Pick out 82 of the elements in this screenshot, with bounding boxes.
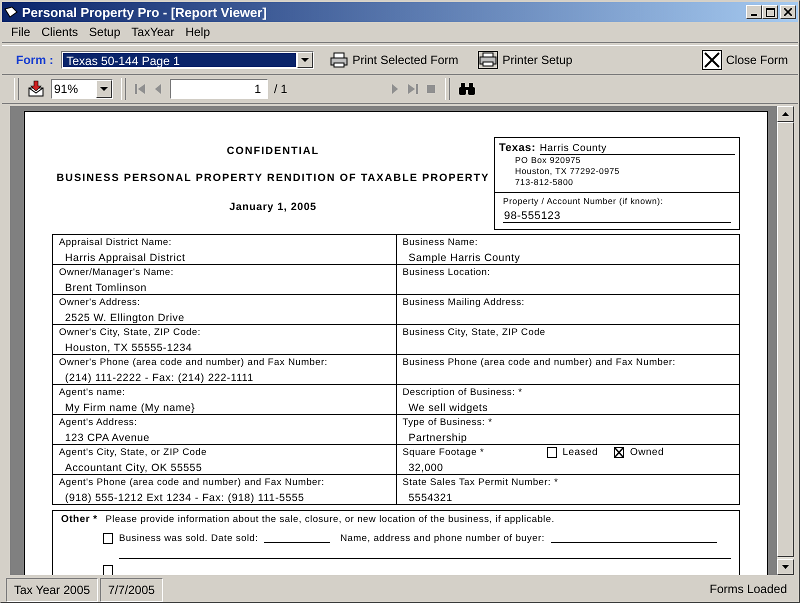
form-label: Form : [16, 53, 54, 67]
field-label: Owner's Address: [59, 297, 142, 308]
county-name: Harris County [540, 143, 735, 155]
menu-item[interactable]: TaxYear [126, 25, 180, 39]
field-label: State Sales Tax Permit Number: * [402, 477, 560, 488]
dropdown-arrow-icon[interactable] [100, 87, 108, 91]
close-button[interactable] [780, 5, 796, 19]
fill-in-line [264, 541, 330, 543]
field-label: Agent's Address: [59, 417, 138, 428]
field-value: Harris Appraisal District [64, 252, 186, 264]
account-number-label: Property / Account Number (if known): [503, 196, 664, 206]
form-title: BUSINESS PERSONAL PROPERTY RENDITION OF TAXABLE PROPERTY [56, 172, 490, 184]
app-icon [4, 6, 18, 18]
state-name: Texas: [499, 142, 536, 154]
field-label: Business Mailing Address: [402, 297, 526, 308]
zoom-dropdown[interactable]: 91% [51, 79, 113, 99]
field-value: 32,000 [408, 462, 444, 474]
field-label: Appraisal District Name: [59, 237, 173, 248]
menu-item[interactable]: File [6, 25, 36, 39]
district-address-line: Houston, TX 77292-0975 [515, 166, 621, 177]
field-value: 2525 W. Ellington Drive [64, 312, 184, 324]
field-value: 123 CPA Avenue [64, 432, 150, 444]
field-value: We sell widgets [408, 402, 488, 414]
dropdown-arrow-icon[interactable] [301, 58, 310, 62]
close-icon[interactable] [784, 8, 792, 16]
field-label: Business Name: [402, 237, 479, 248]
field-label: Business Phone (area code and number) and Fax Number: [402, 357, 677, 368]
menu-item[interactable]: Clients [36, 25, 84, 39]
menu-item[interactable]: Setup [84, 25, 126, 39]
field-label: Description of Business: * [402, 387, 524, 398]
printer-icon[interactable] [478, 51, 498, 69]
page-total: / 1 [274, 82, 288, 96]
field-label: Business City, State, ZIP Code [402, 327, 547, 338]
load-status: Forms Loaded [708, 581, 788, 598]
field-value: My Firm name (My name} [64, 402, 196, 414]
scroll-up-icon[interactable] [782, 112, 789, 116]
window-title: Personal Property Pro - [Report Viewer] [22, 4, 268, 20]
account-number: 98-555123 [503, 206, 731, 223]
maximize-icon[interactable] [766, 8, 774, 16]
field-label: Owner/Manager's Name: [59, 267, 175, 278]
export-icon[interactable] [27, 80, 45, 98]
field-value: Partnership [408, 432, 468, 444]
other-label: Other * [61, 514, 98, 525]
field-label: Business Location: [402, 267, 492, 278]
field-label: Owner's Phone (area code and number) and Fax Number: [59, 357, 329, 368]
printer-setup-button[interactable]: Printer Setup [474, 49, 576, 71]
date-status: 7/7/2005 [100, 578, 163, 602]
field-value: Sample Harris County [408, 252, 520, 264]
field-value: (214) 111-2222 - Fax: (214) 222-1111 [64, 372, 254, 384]
minimize-button[interactable] [746, 5, 762, 19]
other-instructions: Please provide information about the sale, closure, or new location of the business, if applicable. [106, 514, 555, 525]
printer-icon[interactable] [330, 52, 348, 68]
menu-item[interactable]: Help [180, 25, 216, 39]
field-value: Accountant City, OK 55555 [64, 462, 202, 474]
buyer-label: Name, address and phone number of buyer: [340, 533, 545, 544]
field-value: Brent Tomlinson [64, 282, 147, 294]
field-value: Houston, TX 55555-1234 [64, 342, 192, 354]
field-label: Owner's City, State, ZIP Code: [59, 327, 202, 338]
district-address-line: PO Box 920975 [515, 155, 582, 166]
maximize-button[interactable] [762, 5, 778, 19]
print-form-button[interactable]: Print Selected Form [326, 50, 462, 70]
form-dropdown[interactable]: Texas 50-144 Page 1 [61, 51, 314, 69]
scroll-down-icon[interactable] [782, 565, 789, 569]
district-address-line: 713-812-5800 [515, 177, 574, 188]
field-value: 5554321 [408, 492, 453, 504]
field-value: (918) 555-1212 Ext 1234 - Fax: (918) 111-5555 [64, 492, 304, 504]
form-confidential-label: CONFIDENTIAL [226, 145, 320, 157]
field-label: Square Footage * [402, 447, 486, 458]
close-form-button[interactable]: Close Form [698, 48, 792, 72]
tax-year-status: Tax Year 2005 [6, 578, 98, 602]
field-label: Agent's Phone (area code and number) and Fax Number: [59, 477, 326, 488]
field-label: Agent's City, State, or ZIP Code [59, 447, 208, 458]
option-label: Leased [562, 447, 598, 458]
field-label: Agent's name: [59, 387, 126, 398]
option-label: Owned [630, 447, 664, 458]
binoculars-icon[interactable] [458, 82, 476, 96]
sold-label: Business was sold. Date sold: [119, 533, 258, 544]
field-label: Type of Business: * [402, 417, 494, 428]
close-icon[interactable] [702, 50, 722, 70]
vertical-scrollbar[interactable] [777, 106, 794, 575]
form-date: January 1, 2005 [229, 201, 317, 213]
page-number-field[interactable]: 1 [170, 79, 268, 99]
